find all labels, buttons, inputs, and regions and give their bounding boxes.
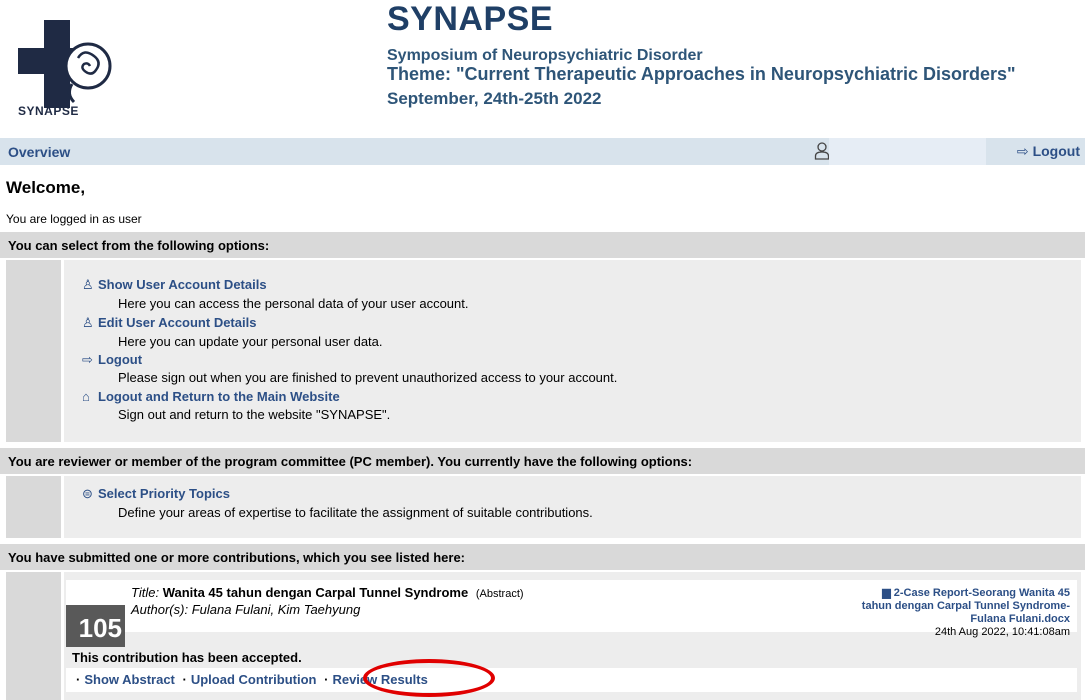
contribution-type: (Abstract) [475, 588, 524, 600]
options-section-header: You can select from the following option… [0, 232, 1085, 258]
section-gutter [6, 572, 61, 700]
logout-icon: ⇨ [82, 352, 93, 367]
show-abstract-link[interactable]: Show Abstract [84, 672, 175, 687]
title-label: Title: [131, 585, 160, 600]
site-date: September, 24th-25th 2022 [387, 89, 602, 108]
file-name-2: tahun dengan Carpal Tunnel Syndrome- [861, 600, 1070, 612]
file-name-3: Fulana Fulani.docx [970, 613, 1070, 625]
contribution-number: 105 [66, 605, 125, 647]
show-account-label: Show User Account Details [98, 277, 267, 292]
site-title: SYNAPSE [387, 0, 553, 38]
document-icon: ▆ [882, 587, 891, 599]
contribution-title: Title: Wanita 45 tahun dengan Carpal Tun… [131, 585, 524, 600]
site-header: SYNAPSE SYNAPSE Symposium of Neuropsychi… [0, 0, 1085, 138]
contribution-authors: Author(s): Fulana Fulani, Kim Taehyung [131, 602, 360, 617]
contribution-status: This contribution has been accepted. [72, 650, 302, 665]
title-text: Wanita 45 tahun dengan Carpal Tunnel Syn… [162, 585, 469, 600]
edit-account-link[interactable]: ♙ Edit User Account Details [82, 315, 257, 331]
welcome-heading: Welcome, [6, 178, 86, 197]
priority-topics-desc: Define your areas of expertise to facili… [118, 505, 593, 520]
contrib-section-header: You have submitted one or more contribut… [0, 544, 1085, 570]
nav-bar: Overview ⇨ Logout [0, 138, 1085, 165]
user-edit-icon: ♙ [82, 315, 94, 330]
authors-text: Fulana Fulani, Kim Taehyung [191, 602, 361, 617]
logout-label: Logout [98, 352, 143, 367]
section-gutter [6, 476, 61, 538]
logout-return-desc: Sign out and return to the website "SYNA… [118, 407, 391, 422]
section-gutter [6, 260, 61, 442]
reviewer-section-header: You are reviewer or member of the progra… [0, 448, 1085, 474]
highlight-circle [363, 659, 495, 697]
file-date: 24th Aug 2022, 10:41:08am [934, 626, 1070, 638]
file-download-link[interactable]: ▆ 2-Case Report-Seorang Wanita 45 tahun … [862, 587, 1070, 625]
logout-icon: ⇨ [1016, 143, 1029, 159]
edit-account-label: Edit User Account Details [98, 315, 257, 330]
site-subtitle: Symposium of Neuropsychiatric Disorder [387, 47, 703, 64]
separator: · [324, 672, 329, 687]
logo-text: SYNAPSE [18, 104, 79, 118]
file-name-1: 2-Case Report-Seorang Wanita 45 [893, 587, 1070, 599]
show-account-desc: Here you can access the personal data of… [118, 296, 469, 311]
logout-link[interactable]: ⇨ Logout [82, 352, 143, 368]
topics-icon: ⊜ [82, 486, 93, 501]
home-exit-icon: ⌂ [82, 389, 90, 404]
logout-return-label: Logout and Return to the Main Website [98, 389, 340, 404]
logged-in-text: You are logged in as user [6, 212, 142, 226]
user-view-icon: ♙ [82, 277, 94, 292]
separator: · [182, 672, 187, 687]
priority-topics-label: Select Priority Topics [98, 486, 230, 501]
nav-logout-label: Logout [1032, 143, 1080, 159]
priority-topics-link[interactable]: ⊜ Select Priority Topics [82, 486, 230, 502]
user-icon [814, 142, 830, 160]
nav-logout-link[interactable]: ⇨ Logout [1017, 143, 1080, 160]
contribution-file: ▆ 2-Case Report-Seorang Wanita 45 tahun … [830, 587, 1070, 639]
separator: · [76, 672, 81, 687]
logout-return-link[interactable]: ⌂ Logout and Return to the Main Website [82, 389, 340, 404]
username-box [829, 138, 986, 165]
show-account-link[interactable]: ♙ Show User Account Details [82, 277, 267, 293]
authors-label: Author(s): [131, 602, 189, 617]
site-theme: Theme: "Current Therapeutic Approaches i… [387, 64, 1016, 84]
logout-desc: Please sign out when you are finished to… [118, 370, 618, 385]
nav-overview-link[interactable]: Overview [8, 144, 70, 160]
upload-contribution-link[interactable]: Upload Contribution [191, 672, 317, 687]
edit-account-desc: Here you can update your personal user d… [118, 334, 383, 349]
